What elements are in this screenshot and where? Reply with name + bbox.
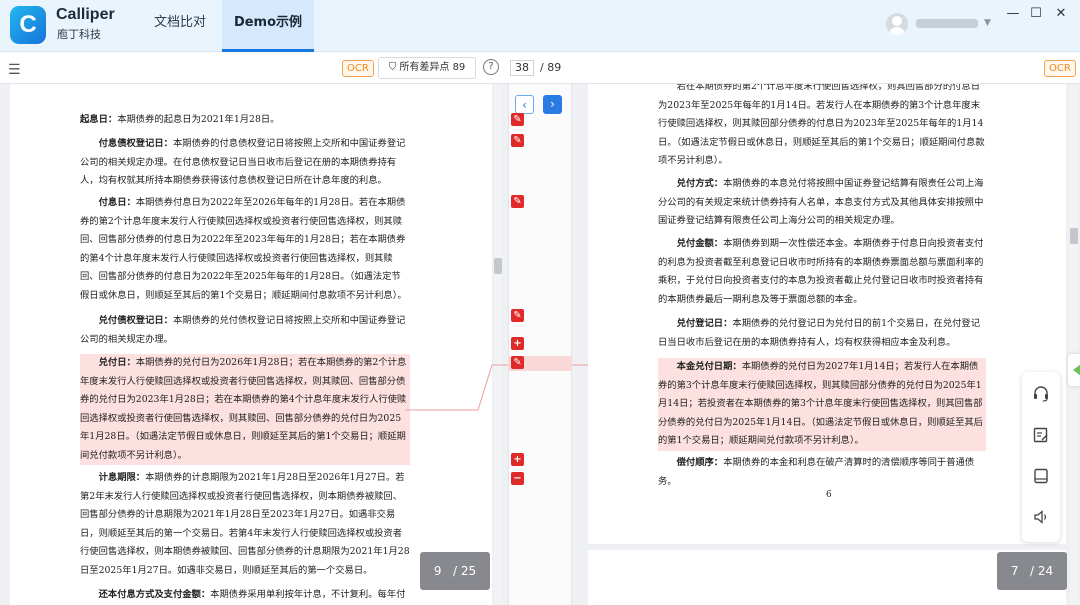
left-scroll-thumb[interactable] [494,258,502,274]
book-icon[interactable] [1032,467,1050,485]
top-header: C Calliper 庖丁科技 文档比对 Demo示例 ▼ — ☐ ✕ [0,0,1080,52]
edit-diff-icon[interactable]: ✎ [511,309,524,322]
filter-label: 所有差异点 89 [399,62,466,73]
right-next-page [588,550,1066,605]
right-para-3: 兑付金额：本期债券到期一次性偿还本金。本期债券于付息日向投资者支付的利息为投资者… [658,238,984,305]
right-scroll-thumb[interactable] [1070,228,1078,244]
edit-diff-icon[interactable]: ✎ [511,134,524,147]
add-diff-icon[interactable]: + [511,453,524,466]
note-edit-icon[interactable] [1032,426,1050,444]
right-scrollbar[interactable] [1070,84,1078,605]
diff-filter-button[interactable]: ⛉ 所有差异点 89 [378,57,476,79]
right-para-2: 兑付方式：本期债券的本息兑付将按照中国证券登记结算有限责任公司上海分公司的有关规… [658,178,984,226]
help-icon[interactable]: ? [483,59,499,75]
right-document-pane: 若在本期债券的第2个计息年度末行使回售选择权，则其回售部分的付息日为2023年至… [588,84,1066,544]
left-scrollbar[interactable] [494,84,502,605]
left-para-5-diff[interactable]: 兑付日：本期债券的兑付日为2026年1月28日；若在本期债券的第2个计息年度末发… [80,354,410,465]
add-diff-icon[interactable]: + [511,337,524,350]
page-number: 6 [826,490,832,500]
app-subtitle: 庖丁科技 [57,28,101,41]
diff-pager: 38 / 89 [510,60,561,76]
edit-diff-icon[interactable]: ✎ [511,195,524,208]
left-para-2: 付息债权登记日：本期债券的付息债权登记日将按照上交所和中国证券登记公司的相关规定… [80,138,406,186]
total-diff: / 89 [540,61,562,74]
next-diff-button[interactable]: › [543,95,562,114]
minimize-button[interactable]: — [1002,4,1024,24]
edit-diff-icon[interactable]: ✎ [511,113,524,126]
prev-diff-button[interactable]: ‹ [515,95,534,114]
list-menu-icon[interactable]: ☰ [8,62,21,78]
app-name: Calliper [56,6,115,23]
filter-icon: ⛉ [388,62,400,73]
left-para-3: 付息日：本期债券付息日为2022年至2026年每年的1月28日。若在本期债券的第… [80,197,407,301]
left-page-indicator: 9 / 25 [420,552,490,590]
user-avatar[interactable] [886,13,908,35]
speaker-icon[interactable] [1032,508,1050,526]
chevron-down-icon[interactable]: ▼ [984,18,991,28]
tab-demo[interactable]: Demo示例 [222,0,314,52]
close-button[interactable]: ✕ [1050,4,1072,24]
right-para-4: 兑付登记日：本期债券的兑付登记日为兑付日的前1个交易日，在兑付登记日当日收市后登… [658,318,981,348]
ocr-left-button[interactable]: OCR [342,60,374,77]
remove-diff-icon[interactable]: − [511,472,524,485]
right-para-6: 偿付顺序：本期债券的本金和利息在破产清算时的清偿顺序等同于普通债务。 [658,457,975,487]
maximize-button[interactable]: ☐ [1025,4,1047,24]
left-document-pane: 起息日：本期债券的起息日为2021年1月28日。 付息债权登记日：本期债券的付息… [10,84,492,605]
headset-icon[interactable] [1032,385,1050,403]
floating-tools [1022,372,1060,542]
user-name-redacted[interactable] [916,19,978,28]
left-para-7: 还本付息方式及支付金额：本期债券采用单利按年计息，不计复利。每年付 [98,589,406,600]
right-para-5-diff[interactable]: 本金兑付日期：本期债券的兑付日为2027年1月14日；若发行人在本期债券的第3个… [658,358,986,451]
left-para-4: 兑付债权登记日：本期债券的兑付债权登记日将按照上交所和中国证券登记公司的相关规定… [80,315,406,345]
collapse-tab-icon[interactable] [1068,354,1080,386]
right-page-indicator: 7 / 24 [997,552,1067,590]
calliper-logo-icon: C [10,6,46,44]
current-diff-input[interactable]: 38 [510,60,534,76]
edit-diff-icon[interactable]: ✎ [511,356,524,369]
tab-document-compare[interactable]: 文档比对 [140,0,220,52]
ocr-right-button[interactable]: OCR [1044,60,1076,77]
left-para-1: 起息日：本期债券的起息日为2021年1月28日。 [80,114,280,125]
left-para-6: 计息期限：本期债券的计息期限为2021年1月28日至2026年1月27日。若第2… [80,472,410,576]
right-para-1: 若在本期债券的第2个计息年度末行使回售选择权，则其回售部分的付息日为2023年至… [658,84,985,166]
